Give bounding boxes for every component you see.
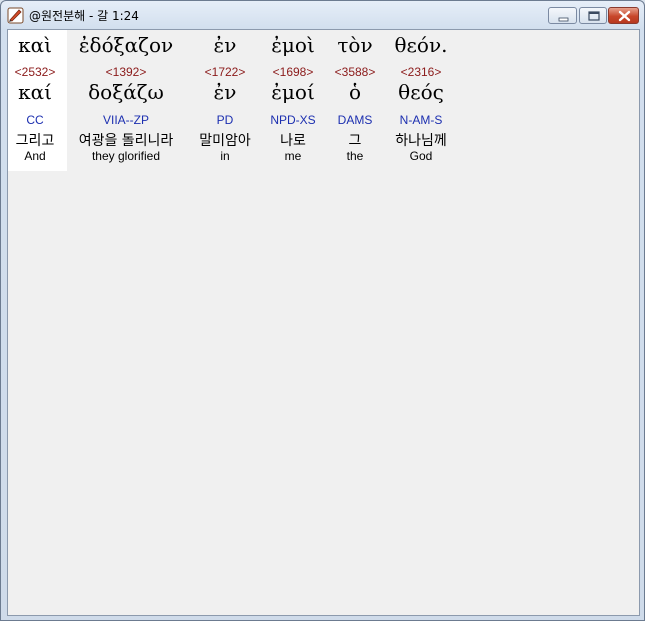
korean-gloss: 그리고 xyxy=(15,133,55,149)
lemma: θεός xyxy=(398,80,444,104)
english-gloss: the xyxy=(346,149,364,163)
close-icon xyxy=(618,10,631,22)
lemma: ἐμοί xyxy=(271,80,315,104)
maximize-button[interactable] xyxy=(579,7,607,24)
parsing-code: N-AM-S xyxy=(399,113,443,127)
korean-gloss: 말미암아 xyxy=(199,133,251,149)
greek-word: ἐν xyxy=(213,33,237,57)
english-gloss: me xyxy=(284,149,302,163)
korean-gloss: 그 xyxy=(348,133,362,149)
window-title: @원전분해 - 갈 1:24 xyxy=(29,9,139,23)
title-bar[interactable]: @원전분해 - 갈 1:24 xyxy=(1,1,644,29)
strong-number[interactable]: <1722> xyxy=(205,65,246,79)
lemma: καί xyxy=(18,80,52,104)
app-icon[interactable] xyxy=(7,7,24,24)
greek-word: θεόν. xyxy=(394,33,448,57)
lemma: ἐν xyxy=(213,80,237,104)
greek-word: ἐδόξαζον xyxy=(78,33,174,57)
greek-word: τὸν xyxy=(337,33,373,57)
english-gloss: God xyxy=(409,149,433,163)
app-window: @원전분해 - 갈 1:24 καὶ <2532> καί CC 그리고 And… xyxy=(0,0,645,621)
greek-word: ἐμοὶ xyxy=(271,33,315,57)
parsing-code: VIIA--ZP xyxy=(102,113,150,127)
greek-word: καὶ xyxy=(18,33,52,57)
minimize-icon xyxy=(558,17,569,22)
parsing-code: CC xyxy=(26,113,44,127)
parsing-code: NPD-XS xyxy=(270,113,316,127)
english-gloss: And xyxy=(24,149,46,163)
korean-gloss: 여광을 돌리니라 xyxy=(78,133,174,149)
lemma: ὁ xyxy=(348,80,362,104)
strong-number[interactable]: <1392> xyxy=(106,65,147,79)
english-gloss: in xyxy=(220,149,230,163)
lemma: δοξάζω xyxy=(88,80,164,104)
maximize-icon xyxy=(588,11,600,21)
minimize-button[interactable] xyxy=(548,7,577,24)
strong-number[interactable]: <2532> xyxy=(15,65,56,79)
korean-gloss: 하나님께 xyxy=(395,133,447,149)
parsing-code: DAMS xyxy=(337,113,373,127)
strong-number[interactable]: <1698> xyxy=(273,65,314,79)
close-button[interactable] xyxy=(608,7,639,24)
english-gloss: they glorified xyxy=(91,149,161,163)
strong-number[interactable]: <2316> xyxy=(401,65,442,79)
analysis-panel: καὶ <2532> καί CC 그리고 And ἐδόξαζον <1392… xyxy=(7,29,640,616)
strong-number[interactable]: <3588> xyxy=(335,65,376,79)
parsing-code: PD xyxy=(216,113,234,127)
korean-gloss: 나로 xyxy=(280,133,306,149)
